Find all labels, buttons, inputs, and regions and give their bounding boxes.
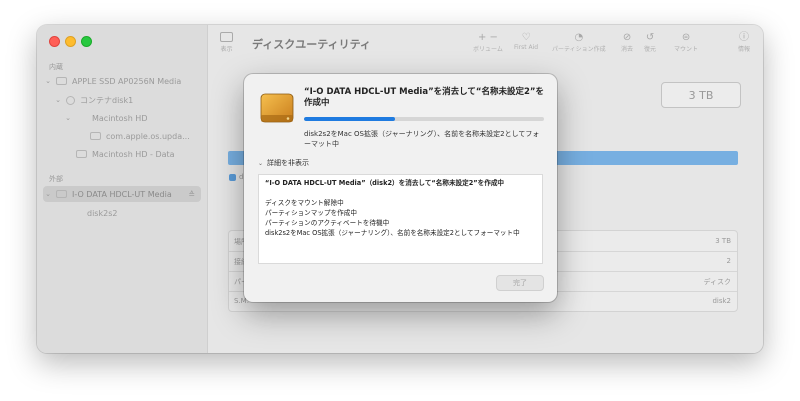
details-toggle[interactable]: ⌄ 詳細を非表示 xyxy=(258,158,309,168)
info-value: ディスク xyxy=(703,278,731,286)
volume-icon xyxy=(76,150,87,158)
sidebar: 内蔵 ⌄ APPLE SSD AP0256N Media ⌄ コンテナdisk1… xyxy=(37,25,208,353)
usage-legend-label: d xyxy=(239,173,244,181)
sidebar-item-label: Macintosh HD xyxy=(92,113,148,123)
pie-chart-icon: ◔ xyxy=(574,32,584,43)
dialog-status: disk2s2をMac OS拡張（ジャーナリング）、名前を名称未設定2としてフォ… xyxy=(304,130,540,148)
plus-minus-icon: + − xyxy=(477,32,498,43)
erase-icon: ⊘ xyxy=(622,32,632,43)
erase-button[interactable]: ⊘ 消去 xyxy=(621,32,633,53)
toolbar-button-label: パーティション作成 xyxy=(552,46,606,53)
chevron-down-icon[interactable]: ⌄ xyxy=(43,190,53,198)
container-icon xyxy=(66,95,75,105)
partition-button[interactable]: ◔ パーティション作成 xyxy=(552,32,606,53)
first-aid-button[interactable]: ♡ First Aid xyxy=(514,32,538,51)
log-line: “I-O DATA HDCL-UT Media”（disk2）を消去して“名称未… xyxy=(265,179,505,187)
chevron-down-icon[interactable]: ⌄ xyxy=(53,96,63,104)
sidebar-item-label: コンテナdisk1 xyxy=(80,95,134,105)
log-line: ディスクをマウント解除中 xyxy=(265,199,344,207)
info-value: 3 TB xyxy=(715,237,731,245)
sidebar-item-apple-ssd[interactable]: ⌄ APPLE SSD AP0256N Media xyxy=(43,73,201,89)
external-disk-icon xyxy=(260,93,294,123)
toolbar-button-label: ボリューム xyxy=(473,46,503,53)
toolbar-button-label: First Aid xyxy=(514,44,539,51)
chevron-down-icon: ⌄ xyxy=(258,159,264,167)
mount-icon: ⊜ xyxy=(681,32,691,43)
dialog-title: “I-O DATA HDCL-UT Media”を消去して“名称未設定2”を作成… xyxy=(304,87,544,108)
eject-icon[interactable]: ≙ xyxy=(188,190,195,199)
sidebar-item-container-disk1[interactable]: ⌄ コンテナdisk1 xyxy=(43,92,211,108)
info-button[interactable]: ⓘ 情報 xyxy=(738,32,750,53)
log-spacer xyxy=(265,188,536,198)
info-value: 2 xyxy=(726,257,731,265)
volume-add-remove-button[interactable]: + − ボリューム xyxy=(473,32,503,53)
toolbar-button-label: 消去 xyxy=(621,46,634,53)
sidebar-toggle-icon xyxy=(220,32,233,42)
toolbar-button-label: マウント xyxy=(674,46,699,53)
external-drive-icon xyxy=(56,190,67,198)
erase-progress-bar xyxy=(304,117,544,121)
done-button[interactable]: 完了 xyxy=(496,275,544,291)
details-log: “I-O DATA HDCL-UT Media”（disk2）を消去して“名称未… xyxy=(258,174,543,264)
chevron-down-icon[interactable]: ⌄ xyxy=(63,114,73,122)
sidebar-section-external: 外部 xyxy=(49,175,63,183)
zoom-window-button[interactable] xyxy=(81,36,92,47)
details-toggle-label: 詳細を非表示 xyxy=(267,159,310,167)
window-controls xyxy=(49,36,92,47)
drive-icon xyxy=(56,77,67,85)
toolbar: 表示 ディスクユーティリティ + − ボリューム ♡ First Aid ◔ パ… xyxy=(208,25,763,65)
volume-icon xyxy=(90,132,101,140)
sidebar-item-macintosh-hd-data[interactable]: Macintosh HD - Data xyxy=(43,146,231,162)
mount-button[interactable]: ⊜ マウント xyxy=(674,32,698,53)
log-line: パーティションのアクティベートを待機中 xyxy=(265,219,390,227)
window-title: ディスクユーティリティ xyxy=(252,38,371,51)
progress-fill xyxy=(304,117,396,121)
stethoscope-icon: ♡ xyxy=(521,32,531,43)
erase-progress-dialog: “I-O DATA HDCL-UT Media”を消去して“名称未設定2”を作成… xyxy=(244,74,557,302)
sidebar-item-label: I-O DATA HDCL-UT Media xyxy=(72,189,172,199)
minimize-window-button[interactable] xyxy=(65,36,76,47)
chevron-down-icon[interactable]: ⌄ xyxy=(43,77,53,85)
sidebar-item-label: APPLE SSD AP0256N Media xyxy=(72,76,182,86)
sidebar-item-label: disk2s2 xyxy=(87,208,118,218)
restore-button[interactable]: ↺ 復元 xyxy=(644,32,656,53)
view-button[interactable]: 表示 xyxy=(220,32,233,53)
log-line: disk2s2をMac OS拡張（ジャーナリング）、名前を名称未設定2としてフォ… xyxy=(265,229,520,237)
sidebar-item-macintosh-hd[interactable]: ⌄ Macintosh HD xyxy=(43,110,221,126)
sidebar-section-internal: 内蔵 xyxy=(49,63,63,71)
restore-icon: ↺ xyxy=(645,32,655,43)
capacity-badge: 3 TB xyxy=(661,82,741,108)
toolbar-button-label: 復元 xyxy=(644,46,657,53)
info-icon: ⓘ xyxy=(739,32,749,43)
toolbar-button-label: 情報 xyxy=(738,46,751,53)
log-line: パーティションマップを作成中 xyxy=(265,209,357,217)
info-value: disk2 xyxy=(712,297,731,305)
close-window-button[interactable] xyxy=(49,36,60,47)
sidebar-item-io-data[interactable]: ⌄ I-O DATA HDCL-UT Media ≙ xyxy=(43,186,201,202)
view-label: 表示 xyxy=(220,46,233,53)
sidebar-item-label: Macintosh HD - Data xyxy=(92,149,175,159)
usage-legend-swatch xyxy=(229,174,236,181)
sidebar-item-label: com.apple.os.upda... xyxy=(106,131,190,141)
